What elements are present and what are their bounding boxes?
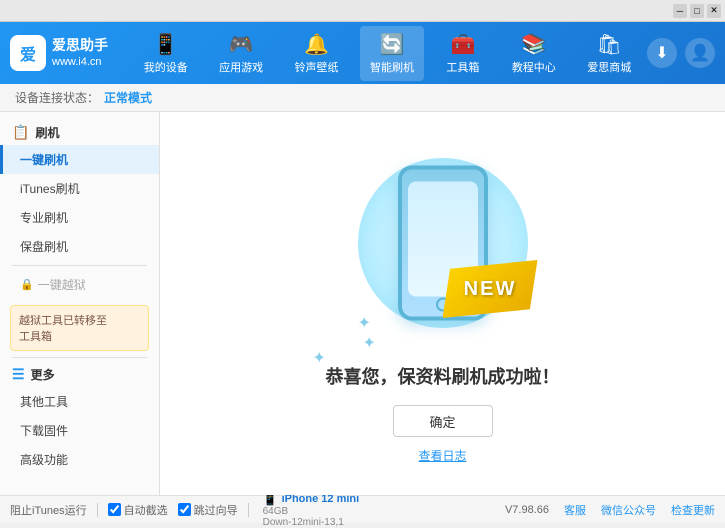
logo-text: 爱思助手 www.i4.cn	[52, 36, 108, 71]
book-icon: 📚	[521, 32, 546, 57]
status-bar: 设备连接状态： 正常模式	[0, 84, 725, 112]
nav-bar: 📱 我的设备 🎮 应用游戏 🔔 铃声壁纸 🔄 智能刷机 🧰 工具箱 📚 教程中心…	[128, 26, 647, 81]
divider2	[248, 503, 249, 517]
nav-smart-flash[interactable]: 🔄 智能刷机	[360, 26, 424, 81]
toolbox-icon: 🧰	[450, 32, 475, 57]
auto-start-checkbox[interactable]: 自动截选	[108, 502, 168, 518]
device-storage: 64GB	[263, 506, 360, 517]
skip-guide-checkbox[interactable]: 跳过向导	[178, 502, 238, 518]
logo-icon: 爱	[10, 35, 46, 71]
success-illustration: NEW ✦ ✦ ✦	[343, 143, 543, 343]
itunes-status: 阻止iTunes运行	[10, 502, 87, 518]
new-badge: NEW	[443, 260, 538, 318]
confirm-button[interactable]: 确定	[393, 405, 493, 437]
header-actions: ⬇ 👤	[647, 38, 715, 68]
maximize-button[interactable]: □	[690, 4, 704, 18]
bell-icon: 🔔	[304, 32, 329, 57]
gamepad-icon: 🎮	[229, 32, 254, 57]
bottom-bar: 阻止iTunes运行 自动截选 跳过向导 📱 iPhone 12 mini 64…	[0, 495, 725, 523]
clipboard-icon: 📋	[12, 124, 29, 141]
logo: 爱 爱思助手 www.i4.cn	[10, 35, 108, 71]
download-button[interactable]: ⬇	[647, 38, 677, 68]
bottombar-left: 阻止iTunes运行 自动截选 跳过向导 📱 iPhone 12 mini 64…	[10, 492, 505, 528]
sparkle-2: ✦	[313, 348, 513, 368]
auto-start-input[interactable]	[108, 503, 121, 516]
lock-icon: 🔒	[20, 278, 34, 291]
view-log-link[interactable]: 查看日志	[418, 447, 466, 464]
content-area: NEW ✦ ✦ ✦ 恭喜您，保资料刷机成功啦！ 确定 查看日志	[160, 112, 725, 495]
sidebar-item-pro-flash[interactable]: 专业刷机	[0, 203, 159, 232]
nav-apps-games[interactable]: 🎮 应用游戏	[209, 26, 273, 81]
device-info: 📱 iPhone 12 mini 64GB Down-12mini-13,1	[263, 492, 360, 528]
store-icon: 🛍	[597, 32, 622, 57]
sidebar-item-one-click-flash[interactable]: 一键刷机	[0, 145, 159, 174]
nav-my-device[interactable]: 📱 我的设备	[134, 26, 198, 81]
close-button[interactable]: ✕	[707, 4, 721, 18]
nav-tutorial[interactable]: 📚 教程中心	[502, 26, 566, 81]
menu-icon: ☰	[12, 366, 25, 383]
user-button[interactable]: 👤	[685, 38, 715, 68]
sidebar: 📋 刷机 一键刷机 iTunes刷机 专业刷机 保盘刷机 🔒 一键越狱 越狱工具…	[0, 112, 160, 495]
wechat-link[interactable]: 微信公众号	[601, 502, 656, 518]
version-label: V7.98.66	[505, 504, 549, 516]
phone-icon: 📱	[153, 32, 178, 57]
header: 爱 爱思助手 www.i4.cn 📱 我的设备 🎮 应用游戏 🔔 铃声壁纸 🔄 …	[0, 22, 725, 84]
device-model: Down-12mini-13,1	[263, 517, 360, 528]
sidebar-section-more: ☰ 更多	[0, 362, 159, 387]
sidebar-divider-2	[12, 357, 147, 358]
sidebar-item-save-flash[interactable]: 保盘刷机	[0, 232, 159, 261]
skip-guide-input[interactable]	[178, 503, 191, 516]
sidebar-section-jailbreak: 🔒 一键越狱	[0, 270, 159, 299]
nav-ringtones[interactable]: 🔔 铃声壁纸	[285, 26, 349, 81]
sidebar-divider-1	[12, 265, 147, 266]
minimize-button[interactable]: ─	[673, 4, 687, 18]
sidebar-item-download-firmware[interactable]: 下载固件	[0, 416, 159, 445]
titlebar: ─ □ ✕	[0, 0, 725, 22]
check-update-link[interactable]: 检查更新	[671, 502, 715, 518]
bottombar-right: V7.98.66 客服 微信公众号 检查更新	[505, 502, 715, 518]
sidebar-item-itunes-flash[interactable]: iTunes刷机	[0, 174, 159, 203]
sidebar-section-flash: 📋 刷机	[0, 120, 159, 145]
sidebar-item-other-tools[interactable]: 其他工具	[0, 387, 159, 416]
jailbreak-warning: 越狱工具已转移至 工具箱	[10, 305, 149, 351]
nav-iet-store[interactable]: 🛍 爱思商城	[577, 26, 641, 81]
nav-toolbox[interactable]: 🧰 工具箱	[435, 26, 490, 81]
divider	[97, 503, 98, 517]
main-layout: 📋 刷机 一键刷机 iTunes刷机 专业刷机 保盘刷机 🔒 一键越狱 越狱工具…	[0, 112, 725, 495]
refresh-icon: 🔄	[380, 32, 405, 57]
support-link[interactable]: 客服	[564, 502, 586, 518]
sidebar-item-advanced[interactable]: 高级功能	[0, 445, 159, 474]
